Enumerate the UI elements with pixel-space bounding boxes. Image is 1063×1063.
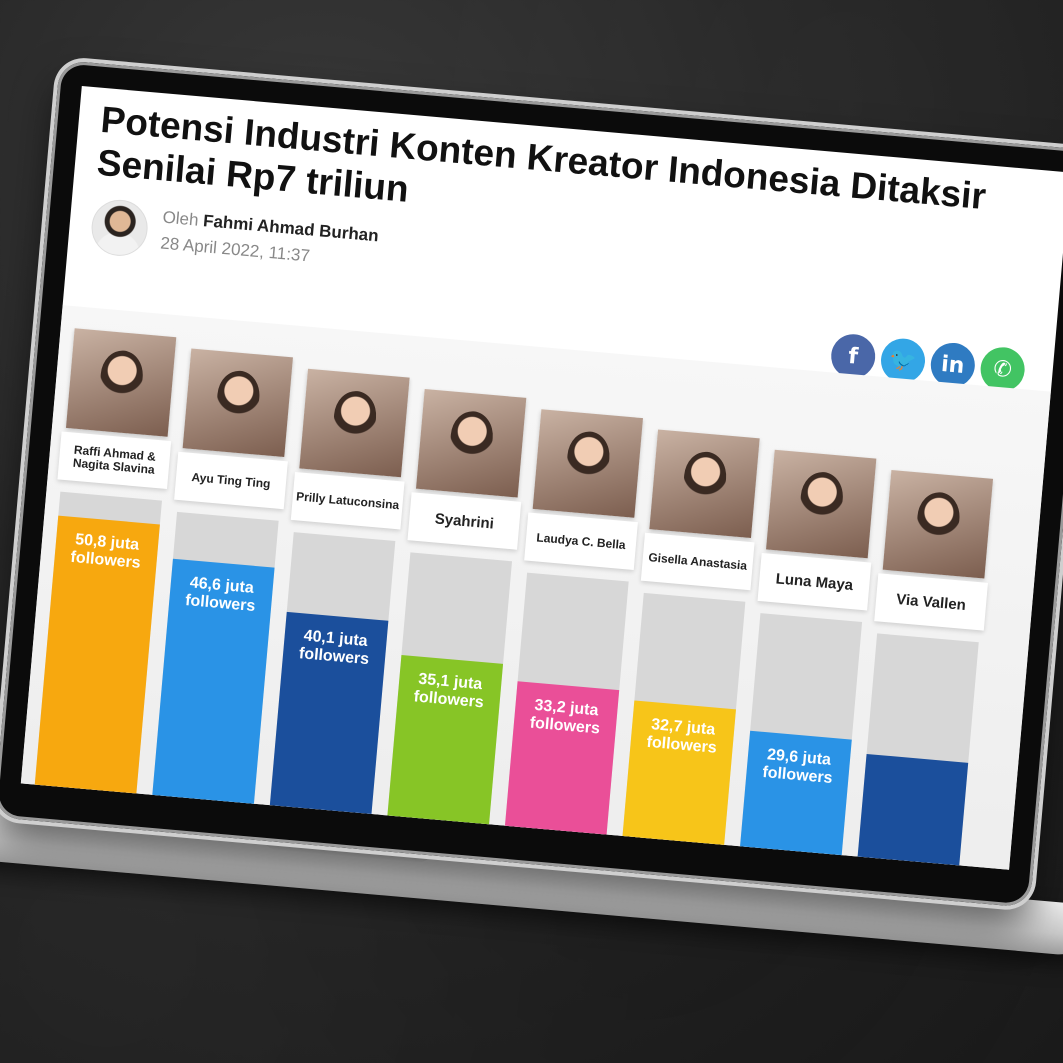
name-label: Syahrini — [407, 492, 522, 550]
bar-track — [855, 633, 979, 870]
bar: 50,8 juta followers — [32, 515, 160, 816]
celebrity-photo — [415, 389, 527, 498]
bar-track: 40,1 juta followers — [267, 532, 396, 836]
bar-track: 33,2 juta followers — [503, 572, 629, 857]
bar: 29,6 juta followers — [738, 730, 852, 870]
bar-track: 32,7 juta followers — [620, 592, 746, 867]
name-label: Laudya C. Bella — [524, 512, 638, 570]
author-avatar[interactable] — [89, 197, 150, 259]
laptop-bezel: Potensi Industri Konten Kreator Indonesi… — [0, 60, 1063, 908]
celebrity-photo — [182, 348, 293, 458]
bar: 33,2 juta followers — [503, 681, 620, 857]
bar-track: 50,8 juta followers — [32, 491, 162, 816]
name-label: Ayu Ting Ting — [174, 451, 288, 510]
bar: 46,6 juta followers — [150, 558, 275, 826]
name-label: Via Vallen — [874, 573, 988, 631]
laptop: Potensi Industri Konten Kreator Indonesi… — [0, 60, 1063, 1008]
bar-value-label: 33,2 juta followers — [529, 696, 601, 738]
bar: 35,1 juta followers — [385, 655, 504, 847]
name-label: Prilly Latuconsina — [290, 472, 405, 530]
bar-track: 29,6 juta followers — [738, 613, 863, 870]
bar-value-label: 29,6 juta followers — [761, 746, 834, 788]
bar — [855, 753, 969, 870]
bar-value-label: 40,1 juta followers — [298, 627, 370, 669]
followers-infographic: Raffi Ahmad & Nagita Slavina 50,8 juta fo… — [20, 305, 1051, 870]
bar-track: 35,1 juta followers — [385, 552, 513, 847]
celebrity-photo — [882, 470, 994, 579]
name-label: Luna Maya — [757, 553, 872, 611]
name-label: Gisella Anastasia — [640, 532, 755, 591]
bar-track: 46,6 juta followers — [150, 511, 279, 826]
celebrity-photo — [532, 409, 644, 518]
bar-value-label: 35,1 juta followers — [412, 670, 485, 712]
bar-value-label — [865, 768, 967, 777]
browser-screen: Potensi Industri Konten Kreator Indonesi… — [20, 86, 1063, 870]
bar-value-label: 32,7 juta followers — [645, 716, 718, 757]
byline-prefix: Oleh — [161, 207, 200, 230]
bar-value-label: 50,8 juta followers — [69, 531, 142, 572]
bar-value-label: 46,6 juta followers — [184, 574, 256, 616]
bar: 32,7 juta followers — [620, 700, 736, 867]
celebrity-photo — [299, 368, 410, 478]
author-info: Oleh Fahmi Ahmad Burhan 28 April 2022, 1… — [89, 196, 379, 265]
bar: 40,1 juta followers — [267, 611, 389, 836]
name-label: Raffi Ahmad & Nagita Slavina — [57, 431, 172, 489]
celebrity-photo — [766, 449, 877, 559]
celebrity-photo — [649, 429, 760, 539]
celebrity-photo — [65, 328, 177, 437]
